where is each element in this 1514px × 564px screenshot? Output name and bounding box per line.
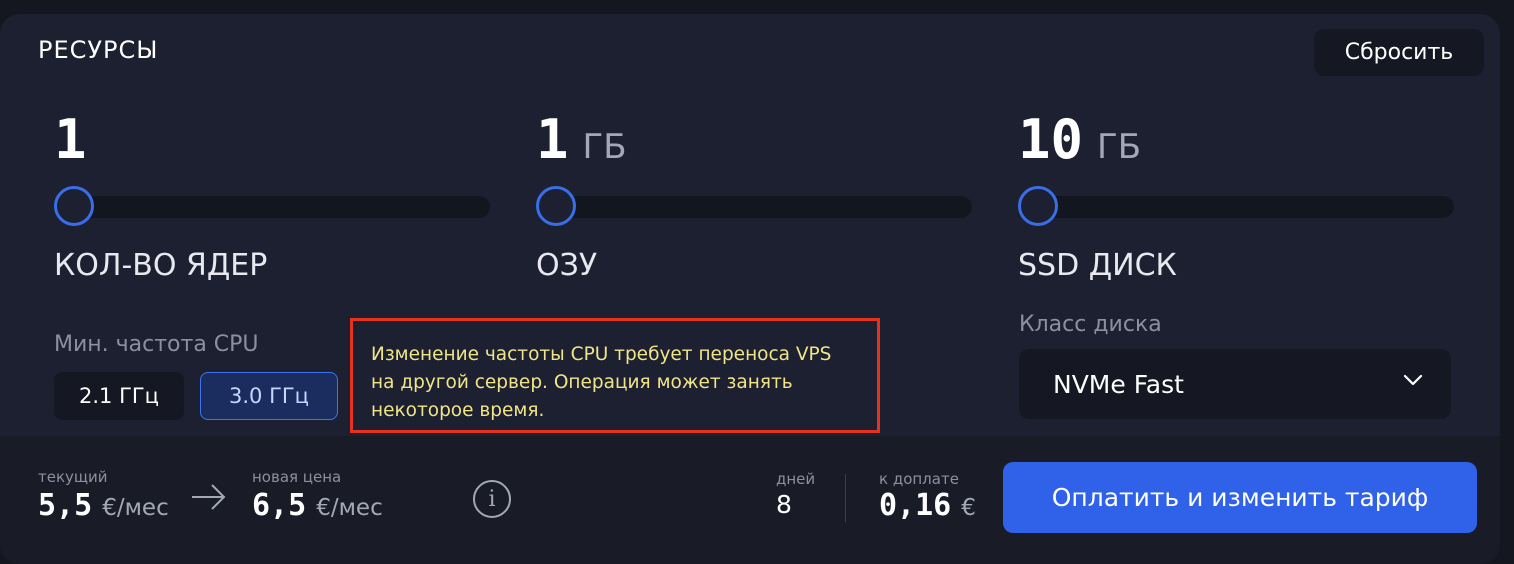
ssd-block: 10 ГБ SSD ДИСК bbox=[1018, 108, 1458, 283]
new-price-label: новая цена bbox=[252, 468, 342, 486]
pay-and-change-plan-button[interactable]: Оплатить и изменить тариф bbox=[1003, 462, 1477, 533]
cpu-cores-block: 1 КОЛ-ВО ЯДЕР bbox=[54, 108, 494, 283]
reset-button[interactable]: Сбросить bbox=[1314, 29, 1484, 76]
current-price-label: текущий bbox=[38, 468, 108, 486]
ram-block: 1 ГБ ОЗУ bbox=[536, 108, 976, 283]
footer-divider bbox=[845, 474, 846, 522]
slider-track[interactable] bbox=[54, 196, 490, 218]
current-price-unit: €/мес bbox=[102, 495, 169, 521]
arrow-right-icon bbox=[192, 484, 226, 510]
due-amount: 0,16 € bbox=[879, 488, 976, 523]
slider-handle[interactable] bbox=[54, 186, 94, 226]
ram-number: 1 bbox=[536, 108, 569, 171]
disk-class-value: NVMe Fast bbox=[1053, 369, 1184, 399]
cpu-cores-value: 1 bbox=[54, 108, 494, 171]
ram-label: ОЗУ bbox=[536, 248, 598, 283]
ssd-label: SSD ДИСК bbox=[1018, 248, 1177, 283]
cpu-cores-slider[interactable] bbox=[54, 186, 490, 226]
cpu-cores-label: КОЛ-ВО ЯДЕР bbox=[54, 248, 268, 283]
new-price: 6,5 €/мес bbox=[252, 488, 383, 523]
section-title: РЕСУРСЫ bbox=[38, 36, 159, 64]
due-label: к доплате bbox=[879, 470, 959, 488]
cpu-cores-number: 1 bbox=[54, 108, 87, 171]
ram-unit: ГБ bbox=[582, 127, 627, 167]
slider-handle[interactable] bbox=[1018, 186, 1058, 226]
cpu-migration-warning: Изменение частоты CPU требует переноса V… bbox=[350, 318, 880, 433]
disk-class-select[interactable]: NVMe Fast bbox=[1019, 349, 1451, 419]
ssd-number: 10 bbox=[1018, 108, 1084, 171]
ssd-slider[interactable] bbox=[1018, 186, 1454, 226]
days-value: 8 bbox=[776, 490, 792, 519]
ssd-value: 10 ГБ bbox=[1018, 108, 1458, 171]
current-price: 5,5 €/мес bbox=[38, 488, 169, 523]
cpu-frequency-option-3-0[interactable]: 3.0 ГГц bbox=[200, 372, 338, 420]
slider-handle[interactable] bbox=[536, 186, 576, 226]
chevron-down-icon bbox=[1403, 374, 1423, 386]
cpu-frequency-option-2-1[interactable]: 2.1 ГГц bbox=[54, 372, 184, 420]
new-price-value: 6,5 bbox=[252, 488, 307, 523]
current-price-value: 5,5 bbox=[38, 488, 93, 523]
slider-track[interactable] bbox=[1018, 196, 1454, 218]
cpu-frequency-label: Мин. частота CPU bbox=[54, 332, 259, 357]
info-icon[interactable]: i bbox=[473, 480, 511, 518]
days-label: дней bbox=[776, 470, 816, 488]
due-value: 0,16 bbox=[879, 488, 952, 523]
disk-class-label: Класс диска bbox=[1019, 312, 1162, 337]
ram-value: 1 ГБ bbox=[536, 108, 976, 171]
new-price-unit: €/мес bbox=[316, 495, 383, 521]
ssd-unit: ГБ bbox=[1097, 127, 1142, 167]
slider-track[interactable] bbox=[536, 196, 972, 218]
due-unit: € bbox=[961, 495, 976, 521]
ram-slider[interactable] bbox=[536, 186, 972, 226]
